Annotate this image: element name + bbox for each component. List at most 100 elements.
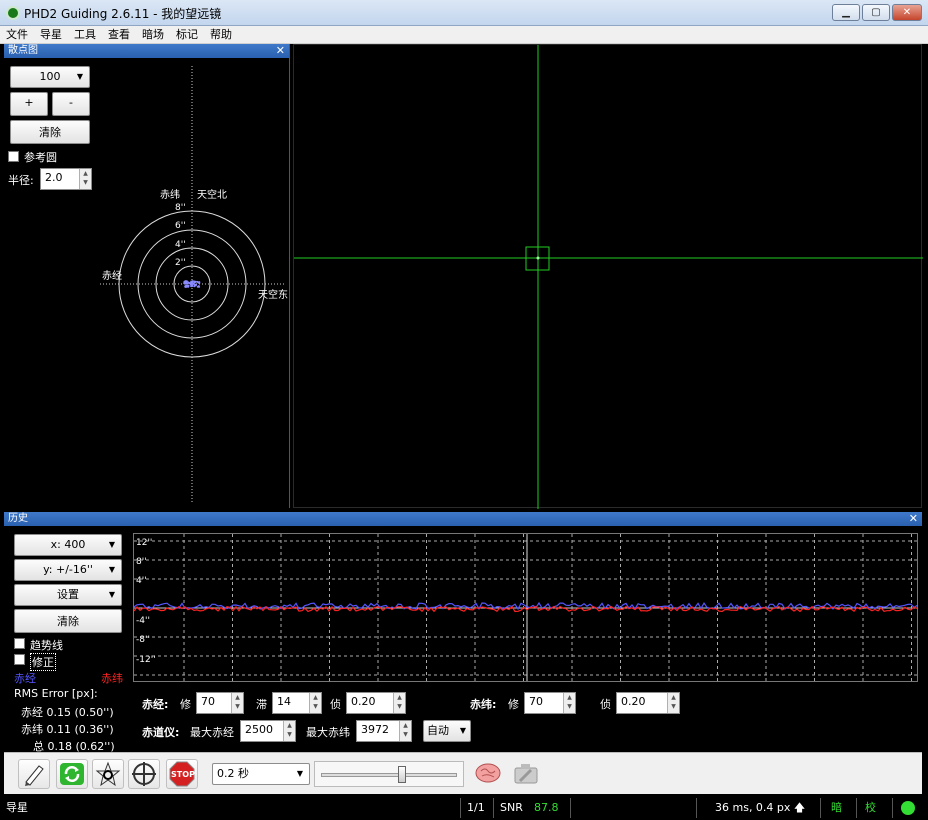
dec-agg-label: 修 (508, 698, 519, 711)
menu-tools[interactable]: 工具 (68, 26, 102, 43)
corrections-label: 修正 (30, 653, 56, 671)
ra-hysteresis-spinner[interactable]: 14 ▲ ▼ (272, 692, 322, 714)
history-graph: 12'' 8'' 4'' -4'' -8'' -12'' (133, 533, 918, 682)
ra-min-move-spinner[interactable]: 0.20 ▲ ▼ (346, 692, 406, 714)
status-led-icon (901, 801, 915, 815)
menu-bar: 文件 导星 工具 查看 暗场 标记 帮助 (0, 26, 928, 44)
scatter-point (190, 280, 193, 283)
menu-guide[interactable]: 导星 (34, 26, 68, 43)
target-panel-close-icon[interactable]: ✕ (276, 44, 285, 58)
brain-icon (475, 763, 501, 783)
app-icon (6, 6, 20, 20)
chevron-down-icon: ▼ (108, 540, 115, 549)
rms-ra: 赤经 0.15 (0.50'') (21, 706, 114, 719)
ra-agg-value: 70 (201, 695, 215, 708)
menu-view[interactable]: 查看 (102, 26, 136, 43)
mount-label: 赤道仪: (142, 726, 180, 739)
corrections-checkbox[interactable] (14, 654, 25, 665)
ra-hys-value: 14 (277, 695, 291, 708)
trendline-label: 趋势线 (30, 639, 63, 652)
target-icon (132, 762, 156, 786)
dec-aggressiveness-spinner[interactable]: 70 ▲ ▼ (524, 692, 576, 714)
camera-settings-button[interactable] (510, 759, 542, 789)
toolbar: STOP 0.2 秒 ▼ (4, 752, 922, 794)
stop-button[interactable]: STOP (166, 759, 198, 789)
spinner-arrows-icon[interactable]: ▲ ▼ (309, 693, 321, 713)
ra-axis-label: 赤经 (102, 269, 122, 282)
dec-params-label: 赤纬: (470, 698, 497, 711)
ra-legend: 赤经 (14, 672, 36, 685)
slider-track (321, 773, 457, 777)
dec-mode-dropdown[interactable]: 自动 ▼ (423, 720, 471, 742)
y-tick-neg4: -4'' (136, 616, 150, 626)
guide-params: 赤经: 修 70 ▲ ▼ 滞 14 ▲ ▼ 侦 0.20 ▲ ▼ 赤纬: 修 70 ▲ ▼ 侦 … (140, 690, 920, 750)
dec-agg-value: 70 (529, 695, 543, 708)
target-panel: 散点图 ✕ 100 ▼ + - 清除 参考圆 半径: 2.0 ▲ ▼ 赤纬 天空北… (4, 44, 290, 508)
history-graph-svg: 12'' 8'' 4'' -4'' -8'' -12'' (133, 534, 918, 681)
history-settings-dropdown[interactable]: 设置 ▼ (14, 584, 122, 606)
scatter-point (197, 285, 200, 288)
ring-label-4: 4'' (175, 240, 186, 250)
max-ra-label: 最大赤经 (190, 726, 234, 739)
title-bar: PHD2 Guiding 2.6.11 - 我的望远镜 ▁ ▢ ✕ (0, 0, 928, 26)
spinner-arrows-icon[interactable]: ▲ ▼ (667, 693, 679, 713)
stop-label: STOP (171, 770, 195, 779)
settings-label: 设置 (57, 588, 79, 601)
x-scale-dropdown[interactable]: x: 400 ▼ (14, 534, 122, 556)
spinner-arrows-icon[interactable]: ▲ ▼ (393, 693, 405, 713)
dec-legend: 赤纬 (101, 672, 123, 685)
spinner-arrows-icon[interactable]: ▲ ▼ (563, 693, 575, 713)
chevron-down-icon: ▼ (296, 769, 303, 778)
target-panel-header: 散点图 ✕ (4, 44, 289, 58)
calibration-indicator: 校 (856, 798, 892, 818)
connection-indicator (892, 798, 928, 818)
spinner-arrows-icon[interactable]: ▲ ▼ (283, 721, 295, 741)
y-tick-4: 4'' (136, 576, 147, 586)
close-button[interactable]: ✕ (892, 4, 922, 21)
rms-dec: 赤纬 0.11 (0.36'') (21, 723, 114, 736)
guide-button[interactable] (128, 759, 160, 789)
spinner-arrows-icon[interactable]: ▲ ▼ (231, 693, 243, 713)
dec-min-label: 侦 (600, 698, 611, 711)
max-ra-spinner[interactable]: 2500 ▲ ▼ (240, 720, 296, 742)
connect-equipment-button[interactable] (18, 759, 50, 789)
scatter-point (196, 280, 199, 283)
east-label: 天空东 (258, 288, 288, 301)
max-dec-label: 最大赤纬 (306, 726, 350, 739)
y-scale-dropdown[interactable]: y: +/-16'' ▼ (14, 559, 122, 581)
max-dec-spinner[interactable]: 3972 ▲ ▼ (356, 720, 412, 742)
exposure-dropdown[interactable]: 0.2 秒 ▼ (212, 763, 310, 785)
menu-file[interactable]: 文件 (0, 26, 34, 43)
slider-thumb[interactable] (397, 766, 406, 783)
camera-wrench-icon (514, 764, 538, 784)
snr-label: SNR (493, 798, 523, 818)
scatter-point (192, 282, 195, 285)
dec-min-move-spinner[interactable]: 0.20 ▲ ▼ (616, 692, 680, 714)
minimize-button[interactable]: ▁ (832, 4, 860, 21)
maximize-button[interactable]: ▢ (862, 4, 890, 21)
chevron-down-icon: ▼ (108, 565, 115, 574)
history-clear-button[interactable]: 清除 (14, 609, 122, 633)
camera-view[interactable] (293, 44, 923, 509)
dec-min-value: 0.20 (621, 695, 646, 708)
menu-help[interactable]: 帮助 (204, 26, 238, 43)
snr-value: 87.8 (534, 801, 559, 814)
menu-darks[interactable]: 暗场 (136, 26, 170, 43)
menu-bookmarks[interactable]: 标记 (170, 26, 204, 43)
history-panel-close-icon[interactable]: ✕ (909, 512, 918, 526)
scatter-point (190, 282, 193, 285)
status-message: 导星 (6, 801, 28, 814)
status-blank (570, 798, 696, 818)
spinner-arrows-icon[interactable]: ▲ ▼ (399, 721, 411, 741)
auto-select-star-button[interactable] (92, 759, 124, 789)
history-panel-header: 历史 ✕ (4, 512, 922, 526)
gamma-slider[interactable] (314, 761, 464, 787)
trendline-checkbox[interactable] (14, 638, 25, 649)
brain-button[interactable] (472, 759, 504, 789)
exposure-value: 0.2 秒 (217, 767, 249, 780)
target-plot: 赤纬 天空北 赤经 天空东 8'' 6'' 4'' 2'' (100, 66, 288, 503)
scatter-points (183, 280, 201, 288)
chevron-down-icon: ▼ (459, 726, 466, 735)
ra-aggressiveness-spinner[interactable]: 70 ▲ ▼ (196, 692, 244, 714)
loop-exposure-button[interactable] (56, 759, 88, 789)
